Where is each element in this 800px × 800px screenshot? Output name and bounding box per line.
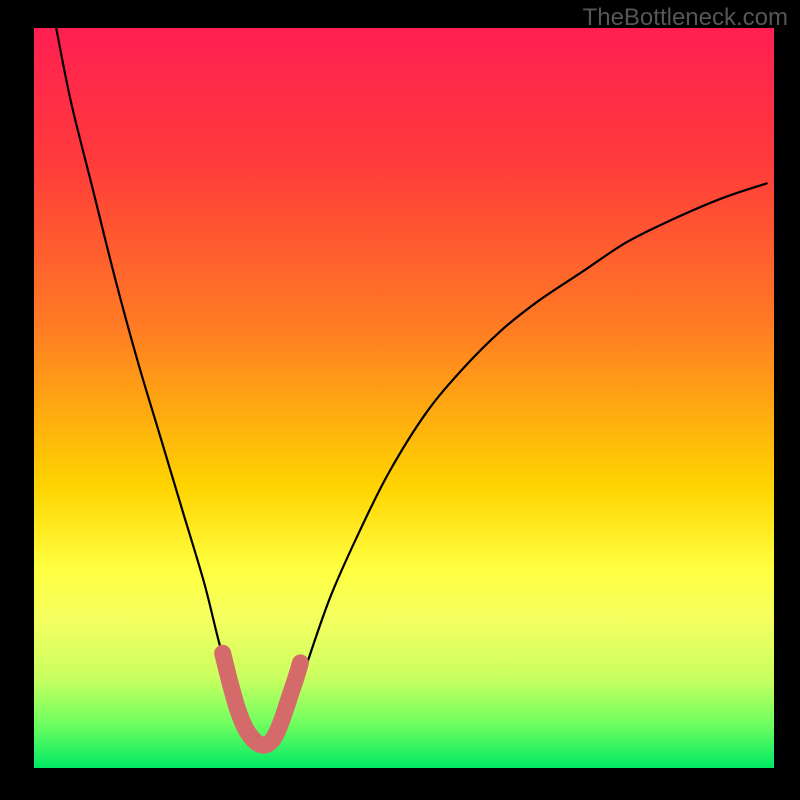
chart-svg [0, 0, 800, 800]
chart-container: TheBottleneck.com [0, 0, 800, 800]
plot-gradient-background [34, 28, 774, 768]
watermark-text: TheBottleneck.com [583, 4, 788, 32]
